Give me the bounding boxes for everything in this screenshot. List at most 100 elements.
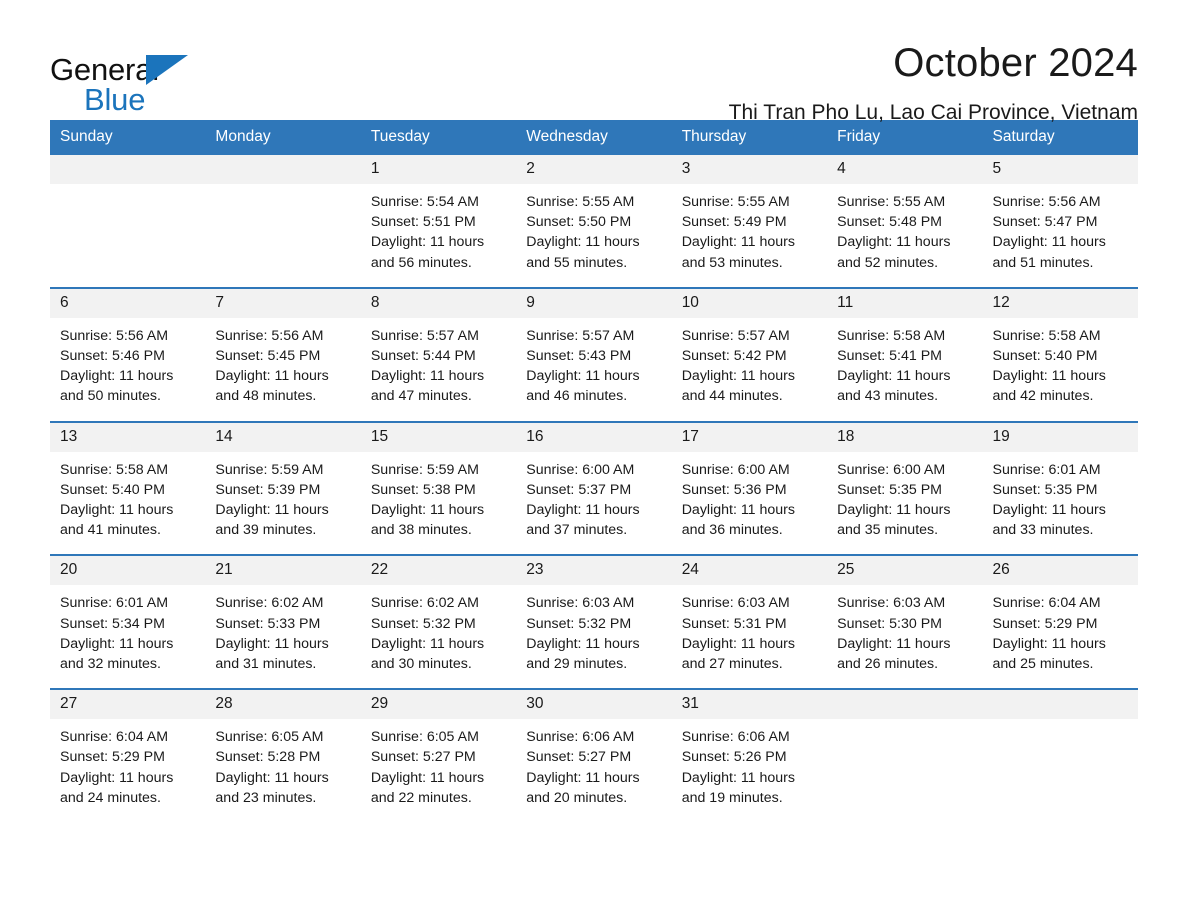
day-number: 2 [516, 155, 672, 184]
day-detail-line: Sunrise: 6:06 AM [526, 729, 635, 746]
day-number: 18 [827, 422, 983, 452]
calendar-day-cell[interactable]: 2 Sunrise: 5:55 AM Sunset: 5:50 PM Daylight… [516, 155, 672, 288]
day-detail-line: and 44 minutes. [681, 388, 783, 405]
calendar-day-cell[interactable]: 8 Sunrise: 5:57 AM Sunset: 5:44 PM Daylight… [360, 286, 517, 422]
day-detail-line: Daylight: 11 hours [60, 635, 174, 652]
day-number: 17 [671, 422, 828, 452]
calendar-day-cell[interactable]: 7 Sunrise: 5:56 AM Sunset: 5:45 PM Daylight… [205, 286, 361, 422]
day-detail-line: Sunrise: 5:56 AM [215, 327, 324, 344]
day-detail-line: and 23 minutes. [215, 789, 317, 806]
calendar-day-cell[interactable]: 29 Sunrise: 6:05 AM Sunset: 5:27 PM Dayligh… [360, 688, 517, 823]
day-details: Sunrise: 6:00 AM Sunset: 5:37 PM Daylight:… [516, 452, 671, 555]
calendar-day-cell[interactable]: 10 Sunrise: 5:57 AM Sunset: 5:42 PM Dayligh… [671, 286, 828, 422]
calendar-day-cell[interactable]: 16 Sunrise: 6:00 AM Sunset: 5:37 PM Dayligh… [516, 420, 672, 556]
day-detail-line: and 27 minutes. [681, 656, 783, 673]
day-detail-line: and 52 minutes. [837, 254, 939, 271]
weekday-header-saturday: Saturday [982, 120, 1138, 155]
calendar-day-cell[interactable]: 12 Sunrise: 5:58 AM Sunset: 5:40 PM Dayligh… [982, 286, 1138, 422]
calendar-day-cell[interactable]: 30 Sunrise: 6:06 AM Sunset: 5:27 PM Dayligh… [516, 688, 672, 823]
day-number: 13 [50, 422, 206, 452]
calendar-day-cell[interactable]: 23 Sunrise: 6:03 AM Sunset: 5:32 PM Dayligh… [516, 554, 672, 690]
day-detail-line: and 47 minutes. [370, 388, 472, 405]
day-details: Sunrise: 5:56 AM Sunset: 5:47 PM Daylight:… [983, 184, 1138, 287]
calendar-day-cell[interactable]: 18 Sunrise: 6:00 AM Sunset: 5:35 PM Dayligh… [827, 420, 983, 556]
calendar-day-cell[interactable]: 14 Sunrise: 5:59 AM Sunset: 5:39 PM Dayligh… [205, 420, 361, 556]
day-detail-line: Sunrise: 5:55 AM [837, 194, 946, 210]
calendar-day-cell[interactable]: 22 Sunrise: 6:02 AM Sunset: 5:32 PM Dayligh… [360, 554, 517, 690]
calendar-day-cell[interactable]: 1 Sunrise: 5:54 AM Sunset: 5:51 PM Daylight… [360, 155, 517, 288]
day-detail-line: Sunrise: 6:03 AM [526, 595, 635, 612]
day-detail-line: Sunset: 5:26 PM [681, 749, 787, 766]
day-detail-line: and 38 minutes. [370, 522, 472, 539]
day-detail-line: and 31 minutes. [215, 656, 317, 673]
day-details: Sunrise: 6:02 AM Sunset: 5:33 PM Daylight:… [205, 585, 360, 688]
calendar-day-cell[interactable]: 31 Sunrise: 6:06 AM Sunset: 5:26 PM Dayligh… [671, 688, 828, 823]
calendar-day-cell[interactable]: 3 Sunrise: 5:55 AM Sunset: 5:49 PM Daylight… [671, 155, 828, 288]
day-details: Sunrise: 5:58 AM Sunset: 5:40 PM Daylight:… [50, 452, 205, 555]
day-details: Sunrise: 6:00 AM Sunset: 5:36 PM Daylight:… [672, 452, 827, 555]
day-detail-line: Sunset: 5:34 PM [60, 615, 165, 632]
weekday-header-tuesday: Tuesday [360, 120, 517, 155]
day-detail-line: Daylight: 11 hours [215, 769, 329, 786]
calendar-day-cell[interactable]: 15 Sunrise: 5:59 AM Sunset: 5:38 PM Dayligh… [360, 420, 517, 556]
day-details: Sunrise: 6:05 AM Sunset: 5:28 PM Daylight:… [205, 719, 360, 822]
day-detail-line: Daylight: 11 hours [370, 502, 485, 519]
day-detail-line: Sunrise: 5:59 AM [370, 461, 479, 478]
calendar-day-cell[interactable]: 9 Sunrise: 5:57 AM Sunset: 5:43 PM Daylight… [516, 286, 672, 422]
day-detail-line: Sunrise: 6:04 AM [60, 729, 169, 746]
day-detail-line: Sunset: 5:43 PM [526, 348, 632, 365]
day-number: 25 [827, 556, 983, 586]
calendar-day-cell[interactable]: 26 Sunrise: 6:04 AM Sunset: 5:29 PM Dayligh… [982, 554, 1138, 690]
day-number: 5 [982, 155, 1138, 184]
page-masthead: General Blue October 2024 Thi Tran Pho L… [50, 0, 1138, 124]
day-detail-line: Sunset: 5:49 PM [681, 214, 787, 231]
day-details: Sunrise: 5:55 AM Sunset: 5:50 PM Daylight:… [516, 184, 671, 287]
page-title: October 2024 [893, 41, 1138, 85]
day-detail-line: Sunrise: 6:05 AM [370, 729, 479, 746]
day-detail-line: Daylight: 11 hours [992, 368, 1106, 385]
day-detail-line: Sunset: 5:46 PM [60, 348, 165, 365]
day-detail-line: Sunset: 5:40 PM [60, 481, 165, 498]
calendar-day-cell-empty [827, 688, 983, 823]
page-subtitle: Thi Tran Pho Lu, Lao Cai Province, Vietn… [728, 101, 1138, 124]
calendar-day-cell[interactable]: 4 Sunrise: 5:55 AM Sunset: 5:48 PM Daylight… [827, 155, 983, 288]
day-detail-line: Sunset: 5:32 PM [370, 615, 476, 632]
day-detail-line: Sunrise: 6:06 AM [681, 729, 790, 746]
calendar-day-cell[interactable]: 6 Sunrise: 5:56 AM Sunset: 5:46 PM Daylight… [50, 286, 206, 422]
day-detail-line: Daylight: 11 hours [526, 769, 640, 786]
weekday-header-friday: Friday [827, 120, 983, 155]
calendar-day-cell[interactable]: 17 Sunrise: 6:00 AM Sunset: 5:36 PM Dayligh… [671, 420, 828, 556]
day-detail-line: Daylight: 11 hours [60, 368, 174, 385]
day-detail-line: Sunset: 5:31 PM [681, 615, 787, 632]
logo-triangle-icon [146, 55, 188, 85]
day-details: Sunrise: 5:57 AM Sunset: 5:43 PM Daylight:… [516, 318, 671, 421]
day-detail-line: Sunrise: 6:05 AM [215, 729, 324, 746]
calendar-day-cell[interactable]: 20 Sunrise: 6:01 AM Sunset: 5:34 PM Dayligh… [50, 554, 206, 690]
calendar-day-cell[interactable]: 21 Sunrise: 6:02 AM Sunset: 5:33 PM Dayligh… [205, 554, 361, 690]
day-detail-line: Sunrise: 5:55 AM [526, 194, 635, 210]
calendar-day-cell[interactable]: 19 Sunrise: 6:01 AM Sunset: 5:35 PM Dayligh… [982, 420, 1138, 556]
day-number: 9 [516, 288, 672, 318]
day-detail-line: and 30 minutes. [370, 656, 472, 673]
day-detail-line: Daylight: 11 hours [681, 234, 795, 251]
day-detail-line: and 39 minutes. [215, 522, 317, 539]
day-detail-line: Sunrise: 5:57 AM [681, 327, 790, 344]
calendar-week-row: 27 Sunrise: 6:04 AM Sunset: 5:29 PM Dayligh… [50, 688, 1138, 823]
calendar-day-cell[interactable]: 28 Sunrise: 6:05 AM Sunset: 5:28 PM Dayligh… [205, 688, 361, 823]
day-number: 30 [516, 690, 672, 720]
calendar-day-cell[interactable]: 5 Sunrise: 5:56 AM Sunset: 5:47 PM Daylight… [982, 155, 1138, 288]
day-detail-line: Daylight: 11 hours [370, 368, 485, 385]
day-details: Sunrise: 6:04 AM Sunset: 5:29 PM Daylight:… [50, 719, 205, 822]
day-number: 8 [360, 288, 517, 318]
day-details: Sunrise: 6:03 AM Sunset: 5:30 PM Daylight:… [827, 585, 982, 688]
calendar-day-cell[interactable]: 13 Sunrise: 5:58 AM Sunset: 5:40 PM Dayligh… [50, 420, 206, 556]
calendar-day-cell[interactable]: 27 Sunrise: 6:04 AM Sunset: 5:29 PM Dayligh… [50, 688, 206, 823]
calendar-day-cell[interactable]: 25 Sunrise: 6:03 AM Sunset: 5:30 PM Dayligh… [827, 554, 983, 690]
calendar-day-cell[interactable]: 11 Sunrise: 5:58 AM Sunset: 5:41 PM Dayligh… [827, 286, 983, 422]
day-number [50, 155, 206, 184]
day-number: 22 [360, 556, 517, 586]
day-detail-line: Daylight: 11 hours [60, 502, 174, 519]
day-number: 16 [516, 422, 672, 452]
calendar-day-cell[interactable]: 24 Sunrise: 6:03 AM Sunset: 5:31 PM Dayligh… [671, 554, 828, 690]
day-detail-line: Sunrise: 5:56 AM [60, 327, 169, 344]
